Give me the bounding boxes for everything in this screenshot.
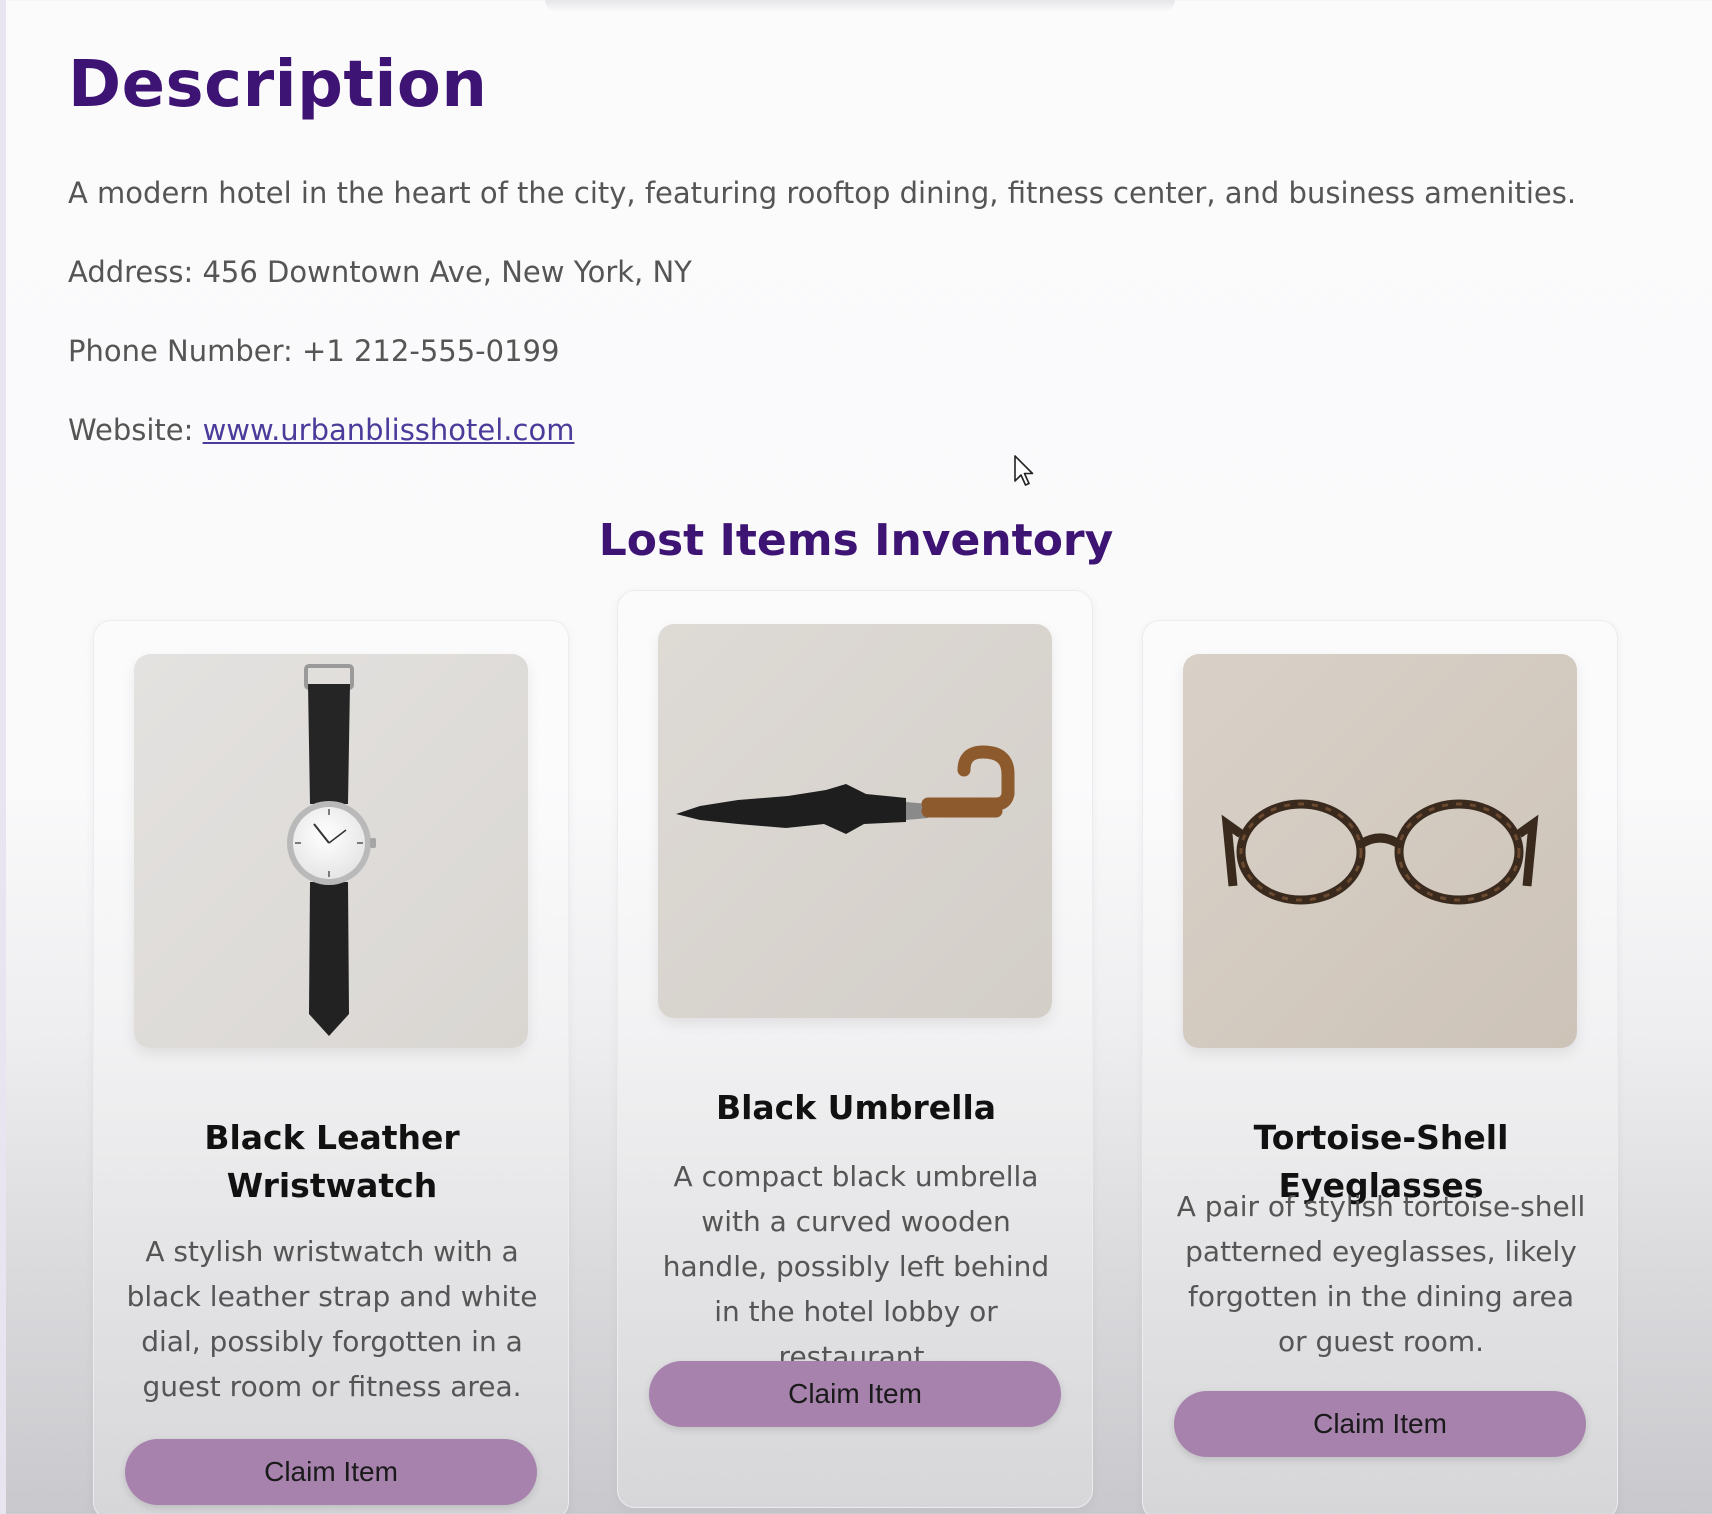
wristwatch-photo (134, 654, 528, 1048)
website-link[interactable]: www.urbanblisshotel.com (203, 413, 575, 447)
mouse-cursor-icon (1014, 455, 1034, 486)
page-left-border (0, 0, 6, 1514)
item-description: A stylish wristwatch with a black leathe… (126, 1235, 538, 1403)
lost-item-card-umbrella: Black Umbrella A compact black umbrella … (617, 590, 1093, 1508)
description-title: Description (68, 48, 488, 122)
item-name: Black Leather Wristwatch (204, 1118, 460, 1205)
eyeglasses-icon (1183, 654, 1577, 1048)
wristwatch-icon (134, 654, 528, 1048)
website-label: Website: (68, 413, 194, 447)
website-line: Website: www.urbanblisshotel.com (68, 413, 574, 447)
phone-line: Phone Number: +1 212-555-0199 (68, 334, 559, 368)
address-line: Address: 456 Downtown Ave, New York, NY (68, 255, 692, 289)
phone-value: +1 212-555-0199 (302, 334, 560, 368)
claim-item-button[interactable]: Claim Item (1174, 1391, 1586, 1457)
claim-item-button[interactable]: Claim Item (125, 1439, 537, 1505)
description-summary: A modern hotel in the heart of the city,… (68, 176, 1577, 210)
item-description: A pair of stylish tortoise-shell pattern… (1176, 1190, 1586, 1358)
lost-item-card-wristwatch: Black Leather Wristwatch A stylish wrist… (93, 620, 569, 1514)
eyeglasses-photo (1183, 654, 1577, 1048)
top-shadow (545, 0, 1175, 12)
phone-label: Phone Number: (68, 334, 293, 368)
umbrella-icon (658, 624, 1052, 1018)
umbrella-photo (658, 624, 1052, 1018)
address-label: Address: (68, 255, 194, 289)
claim-item-button[interactable]: Claim Item (649, 1361, 1061, 1427)
item-description: A compact black umbrella with a curved w… (662, 1160, 1050, 1373)
item-name: Black Umbrella (715, 1088, 997, 1127)
address-value: 456 Downtown Ave, New York, NY (202, 255, 692, 289)
inventory-title: Lost Items Inventory (598, 515, 1114, 566)
lost-item-card-eyeglasses: Tortoise-Shell Eyeglasses A pair of styl… (1142, 620, 1618, 1514)
